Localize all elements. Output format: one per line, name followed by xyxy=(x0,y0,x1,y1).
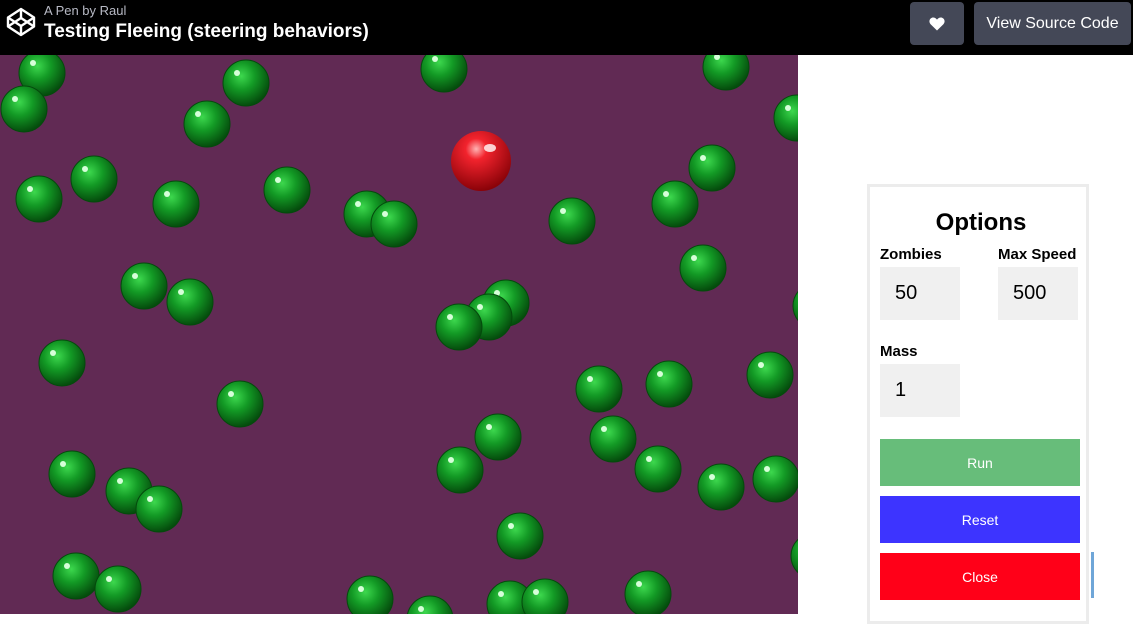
zombie-ball xyxy=(183,100,231,148)
zombie-ball xyxy=(589,415,637,463)
zombies-input[interactable] xyxy=(880,267,960,320)
reset-button[interactable]: Reset xyxy=(880,496,1080,543)
zombie-ball xyxy=(474,413,522,461)
mass-input[interactable] xyxy=(880,364,960,417)
heart-button[interactable] xyxy=(910,2,964,45)
zombie-ball xyxy=(70,155,118,203)
max-speed-label: Max Speed xyxy=(998,246,1077,263)
zombie-ball xyxy=(38,339,86,387)
codepen-logo-icon[interactable] xyxy=(4,5,38,39)
options-panel: Options Zombies Max Speed Mass Run Reset… xyxy=(867,184,1089,624)
stage-background xyxy=(0,55,798,614)
zombie-ball xyxy=(436,446,484,494)
pen-author[interactable]: A Pen by Raul xyxy=(44,3,126,18)
zombie-ball xyxy=(120,262,168,310)
max-speed-input[interactable] xyxy=(998,267,1078,320)
pen-title: Testing Fleeing (steering behaviors) xyxy=(44,21,369,42)
zombie-ball xyxy=(48,450,96,498)
zombie-ball xyxy=(222,59,270,107)
mass-label: Mass xyxy=(880,343,918,360)
zombie-ball xyxy=(135,485,183,533)
top-bar: A Pen by Raul Testing Fleeing (steering … xyxy=(0,0,1133,55)
zombie-ball xyxy=(752,455,798,503)
zombie-ball xyxy=(263,166,311,214)
zombie-ball xyxy=(370,200,418,248)
zombie-ball xyxy=(651,180,699,228)
zombie-ball xyxy=(679,244,727,292)
close-button[interactable]: Close xyxy=(880,553,1080,600)
zombie-ball xyxy=(435,303,483,351)
heart-icon xyxy=(929,17,945,30)
zombie-ball xyxy=(746,351,794,399)
zombie-ball xyxy=(548,197,596,245)
panel-edge-accent xyxy=(1091,552,1094,598)
zombie-ball xyxy=(634,445,682,493)
player-ball xyxy=(451,131,511,191)
zombie-ball xyxy=(697,463,745,511)
zombie-ball xyxy=(15,175,63,223)
zombie-ball xyxy=(94,565,142,613)
zombie-ball xyxy=(0,85,48,133)
zombie-ball xyxy=(624,570,672,614)
zombie-ball xyxy=(166,278,214,326)
zombie-ball xyxy=(688,144,736,192)
zombie-ball xyxy=(52,552,100,600)
options-title: Options xyxy=(935,209,1027,236)
run-button[interactable]: Run xyxy=(880,439,1080,486)
zombie-ball xyxy=(575,365,623,413)
zombie-ball xyxy=(216,380,264,428)
zombie-ball xyxy=(152,180,200,228)
view-source-button[interactable]: View Source Code xyxy=(974,2,1131,45)
simulation-canvas[interactable] xyxy=(0,55,798,614)
simulation-svg xyxy=(0,55,798,614)
zombies-label: Zombies xyxy=(880,246,942,263)
zombie-ball xyxy=(496,512,544,560)
zombie-ball xyxy=(645,360,693,408)
